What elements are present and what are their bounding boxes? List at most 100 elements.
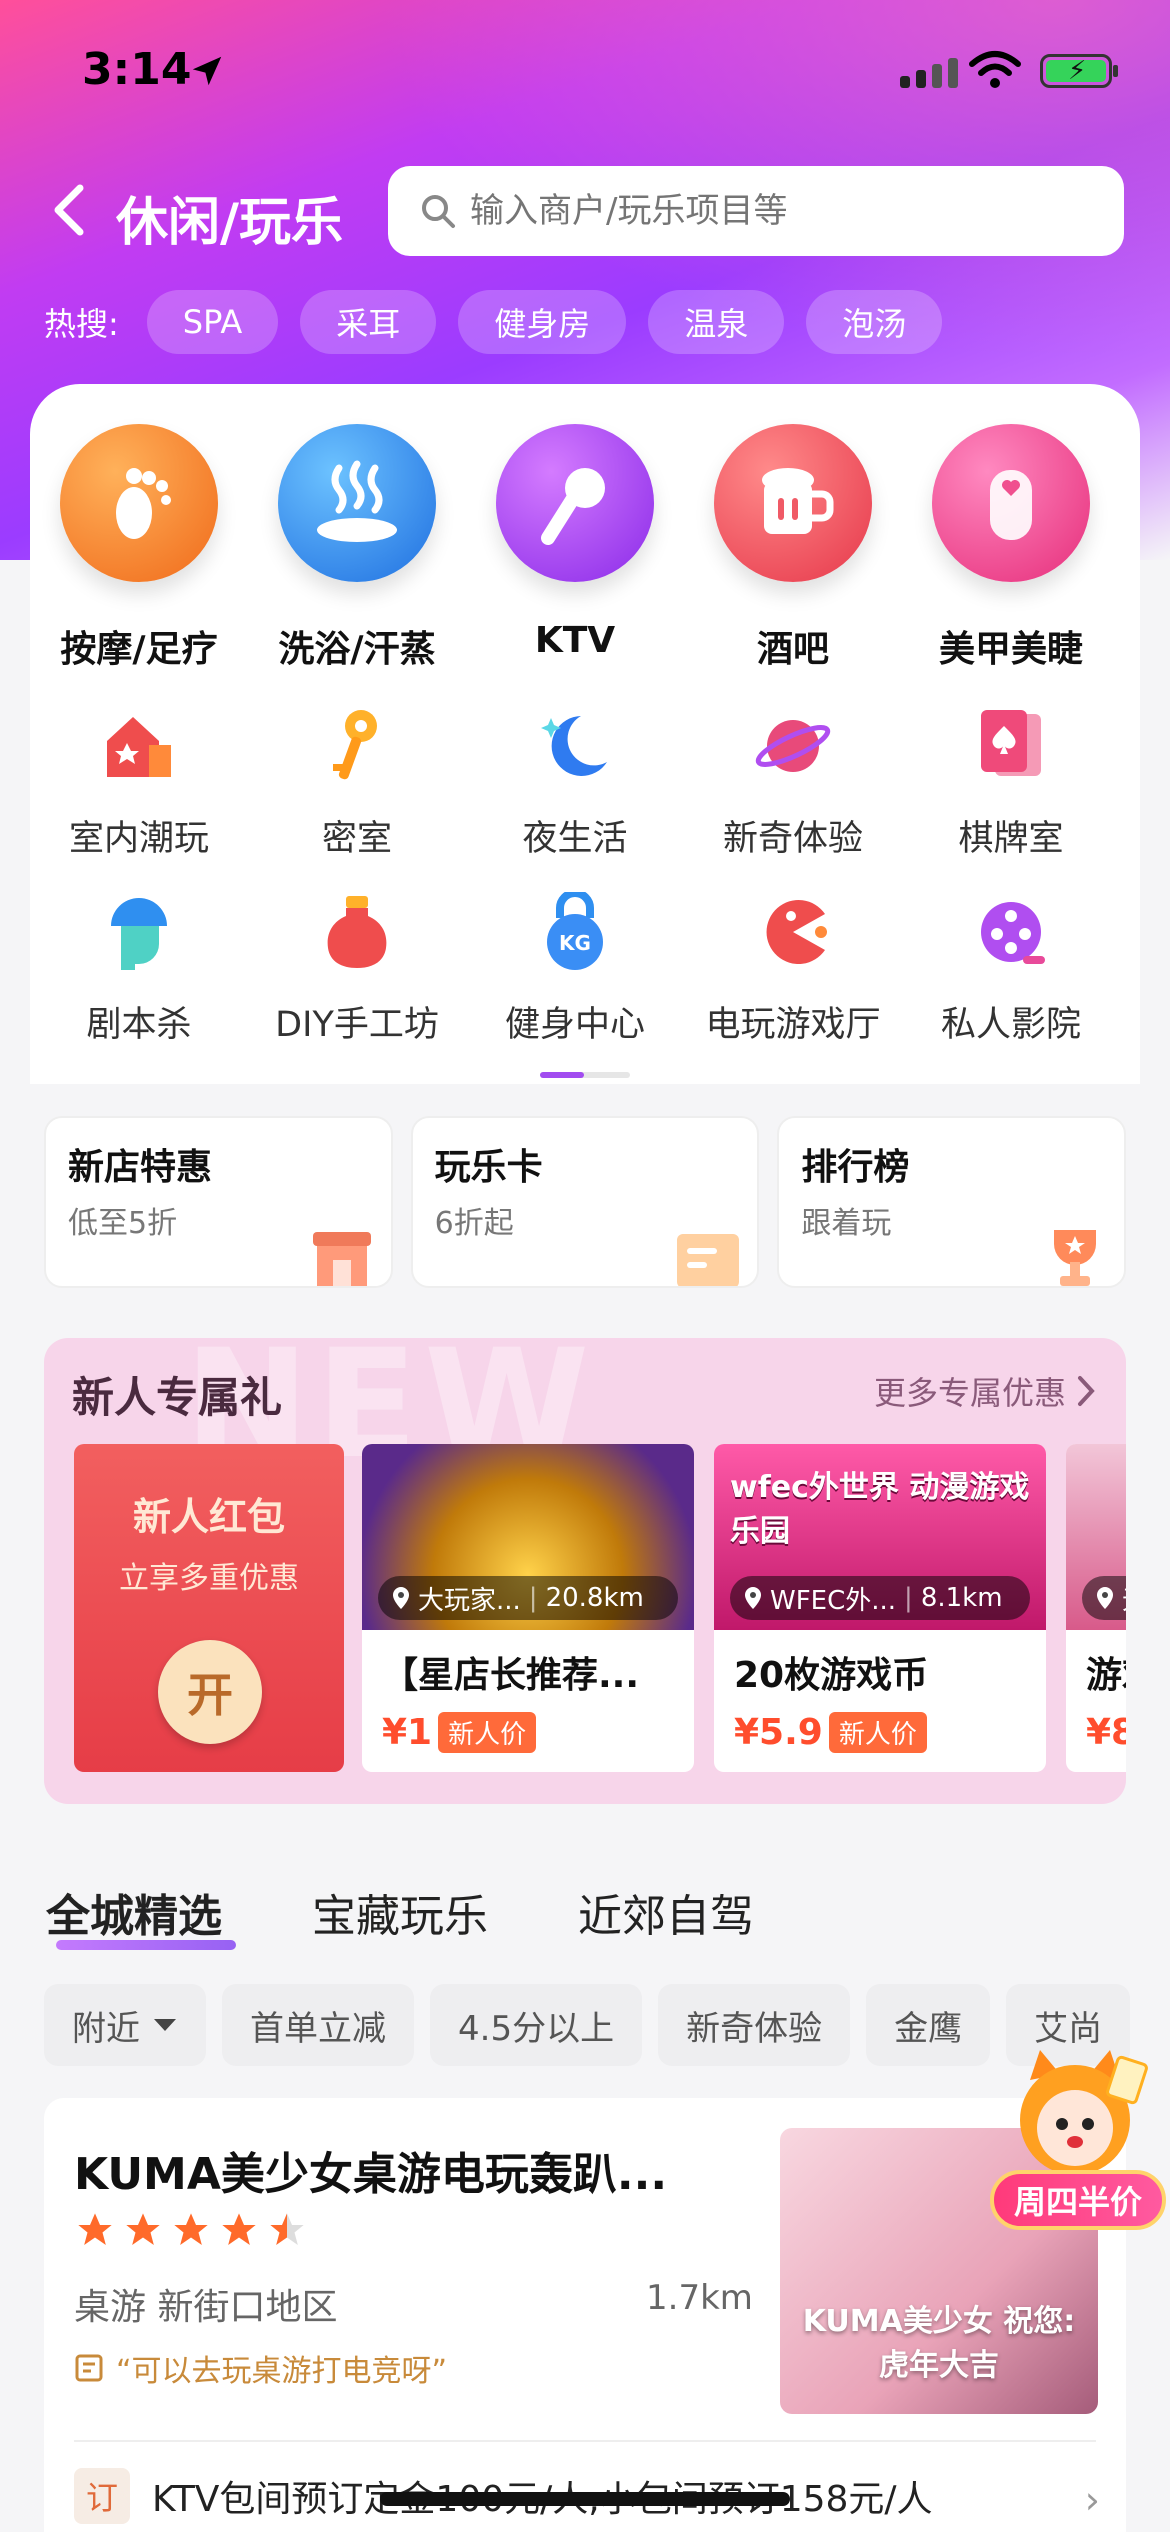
category-arcade[interactable]: 电玩游戏厅 (684, 890, 902, 1047)
promo-ranking[interactable]: 排行榜 跟着玩 (777, 1116, 1127, 1288)
hot-chip-ear-cleaning[interactable]: 采耳 (300, 290, 437, 354)
category-bar[interactable]: 酒吧 (684, 424, 902, 672)
filter-row: 附近 首单立减 4.5分以上 新奇体验 金鹰 艾尚 (44, 1984, 1131, 2066)
hot-chip-bath[interactable]: 泡汤 (806, 290, 943, 354)
category-label: 私人影院 (940, 1005, 1081, 1045)
shop-thumbnail-text: KUMA美少女 祝您:虎年大吉 (802, 2304, 1076, 2383)
hot-chip-spa[interactable]: SPA (146, 290, 279, 354)
more-offers-label: 更多专属优惠 (873, 1374, 1066, 1412)
thursday-half-price-float[interactable]: 周四半价 (980, 2040, 1170, 2260)
category-label: 按摩/足疗 (60, 629, 218, 670)
chevron-right-icon: › (1084, 2478, 1100, 2522)
hot-chip-gym[interactable]: 健身房 (458, 290, 627, 354)
deal-image: 大玩家... | 20.8km (362, 1444, 694, 1630)
category-ktv[interactable]: KTV (466, 424, 684, 672)
deal-card[interactable]: 无 游戏 ¥8. (1066, 1444, 1126, 1772)
key-icon (315, 704, 399, 788)
filter-nearby[interactable]: 附近 (44, 1984, 206, 2066)
newcomer-title: 新人专属礼 (72, 1373, 283, 1422)
category-fitness[interactable]: KG 健身中心 (466, 890, 684, 1047)
category-indoor-play[interactable]: 室内潮玩 (30, 704, 248, 861)
search-input[interactable] (470, 191, 1070, 231)
search-icon (422, 195, 455, 228)
hot-spring-icon (278, 424, 436, 582)
beer-mug-icon (714, 424, 872, 582)
category-massage[interactable]: 按摩/足疗 (30, 424, 248, 672)
half-star-icon (270, 2213, 304, 2245)
hot-chip-hot-spring[interactable]: 温泉 (648, 290, 785, 354)
tab-suburban-drive[interactable]: 近郊自驾 (578, 1880, 754, 1944)
page-title: 休闲/玩乐 (116, 193, 343, 253)
shop-name: KUMA美少女桌游电玩轰趴... (74, 2149, 668, 2200)
filter-novel-experience[interactable]: 新奇体验 (658, 1984, 851, 2066)
svg-text:KG: KG (559, 931, 591, 955)
chevron-right-icon (1078, 1376, 1095, 1406)
tab-city-picks[interactable]: 全城精选 (46, 1880, 236, 1950)
pottery-icon (315, 890, 399, 974)
category-murder-mystery[interactable]: 剧本杀 (30, 890, 248, 1047)
promo-title: 排行榜 (801, 1147, 910, 1188)
search-bar[interactable] (388, 166, 1124, 256)
half-price-badge: 周四半价 (990, 2170, 1166, 2230)
deal-image: 无 (1066, 1444, 1126, 1630)
deal-price: ¥8. (1086, 1712, 1126, 1753)
category-diy-workshop[interactable]: DIY手工坊 (248, 890, 466, 1047)
category-label: 健身中心 (504, 1005, 645, 1045)
star-icon (222, 2213, 256, 2245)
deal-image: wfec外世界 动漫游戏乐园 WFEC外... | 8.1km (714, 1444, 1046, 1630)
star-icon (174, 2213, 208, 2245)
playing-card-icon (969, 704, 1053, 788)
deal-tag: 新人价 (438, 1712, 537, 1753)
deal-location: 大玩家... | 20.8km (378, 1576, 678, 1620)
deal-card[interactable]: wfec外世界 动漫游戏乐园 WFEC外... | 8.1km 20枚游戏币 ¥… (714, 1444, 1046, 1772)
location-pin-icon (1097, 1587, 1113, 1609)
booking-badge: 订 (74, 2468, 130, 2524)
home-indicator (380, 2492, 790, 2506)
category-escape-room[interactable]: 密室 (248, 704, 466, 861)
category-label: 美甲美睫 (938, 629, 1083, 670)
head-icon (97, 890, 181, 974)
deal-location: 无 (1082, 1576, 1126, 1620)
red-packet-card[interactable]: 新人红包 立享多重优惠 开 (74, 1444, 344, 1772)
filter-golden-eagle[interactable]: 金鹰 (866, 1984, 991, 2066)
filter-first-order-discount[interactable]: 首单立减 (222, 1984, 414, 2066)
content-tabs: 全城精选 宝藏玩乐 近郊自驾 (46, 1880, 754, 1950)
category-bathing[interactable]: 洗浴/汗蒸 (248, 424, 466, 672)
category-label: 剧本杀 (86, 1005, 192, 1045)
category-chess-room[interactable]: 棋牌室 (902, 704, 1120, 861)
deal-distance: 8.1km (920, 1583, 1003, 1613)
promo-play-card[interactable]: 玩乐卡 6折起 (410, 1116, 760, 1288)
shop-card[interactable]: KUMA美少女桌游电玩轰趴... 桌游 新街口地区 1.7km “可以去玩桌游打… (44, 2098, 1126, 2532)
shop-quote: “可以去玩桌游打电竞呀” (74, 2346, 447, 2390)
category-nails[interactable]: 美甲美睫 (902, 424, 1120, 672)
deal-name: 【星店长推荐... (382, 1655, 640, 1696)
deal-shop-name: 无 (1122, 1580, 1126, 1617)
tab-treasure-play[interactable]: 宝藏玩乐 (312, 1880, 488, 1944)
nail-icon (932, 424, 1090, 582)
foot-icon (60, 424, 218, 582)
category-private-cinema[interactable]: 私人影院 (902, 890, 1120, 1047)
deal-shop-name: 大玩家... (418, 1585, 521, 1616)
open-red-packet-button[interactable]: 开 (158, 1640, 262, 1744)
promo-new-store[interactable]: 新店特惠 低至5折 (44, 1116, 393, 1288)
shop-rating (74, 2210, 308, 2250)
category-nightlife[interactable]: 夜生活 (466, 704, 684, 861)
deal-card[interactable]: 大玩家... | 20.8km 【星店长推荐... ¥1 新人价 (362, 1444, 694, 1772)
cellular-signal-icon (900, 58, 958, 88)
category-label: 棋牌室 (958, 819, 1064, 859)
back-arrow-icon[interactable] (50, 182, 90, 238)
card-icon (677, 1234, 740, 1286)
filter-rating-above[interactable]: 4.5分以上 (430, 1984, 643, 2066)
category-label: 电玩游戏厅 (705, 1005, 881, 1045)
category-grid: 按摩/足疗 洗浴/汗蒸 KTV 酒吧 美甲美睫 室内潮玩 密室 夜生活 新奇体验… (30, 384, 1140, 1084)
pacman-icon (751, 890, 835, 974)
hot-search-label: 热搜: (44, 305, 119, 343)
more-offers-link[interactable]: 更多专属优惠 (874, 1368, 1098, 1414)
deal-price: ¥5.9 (734, 1712, 823, 1753)
shop-category: 桌游 新街口地区 (74, 2287, 338, 2328)
deal-name: 游戏 (1086, 1655, 1126, 1696)
microphone-icon (496, 424, 654, 582)
category-novel-experience[interactable]: 新奇体验 (684, 704, 902, 861)
deal-image-text: wfec外世界 动漫游戏乐园 (730, 1470, 1030, 1549)
star-icon (78, 2213, 112, 2245)
